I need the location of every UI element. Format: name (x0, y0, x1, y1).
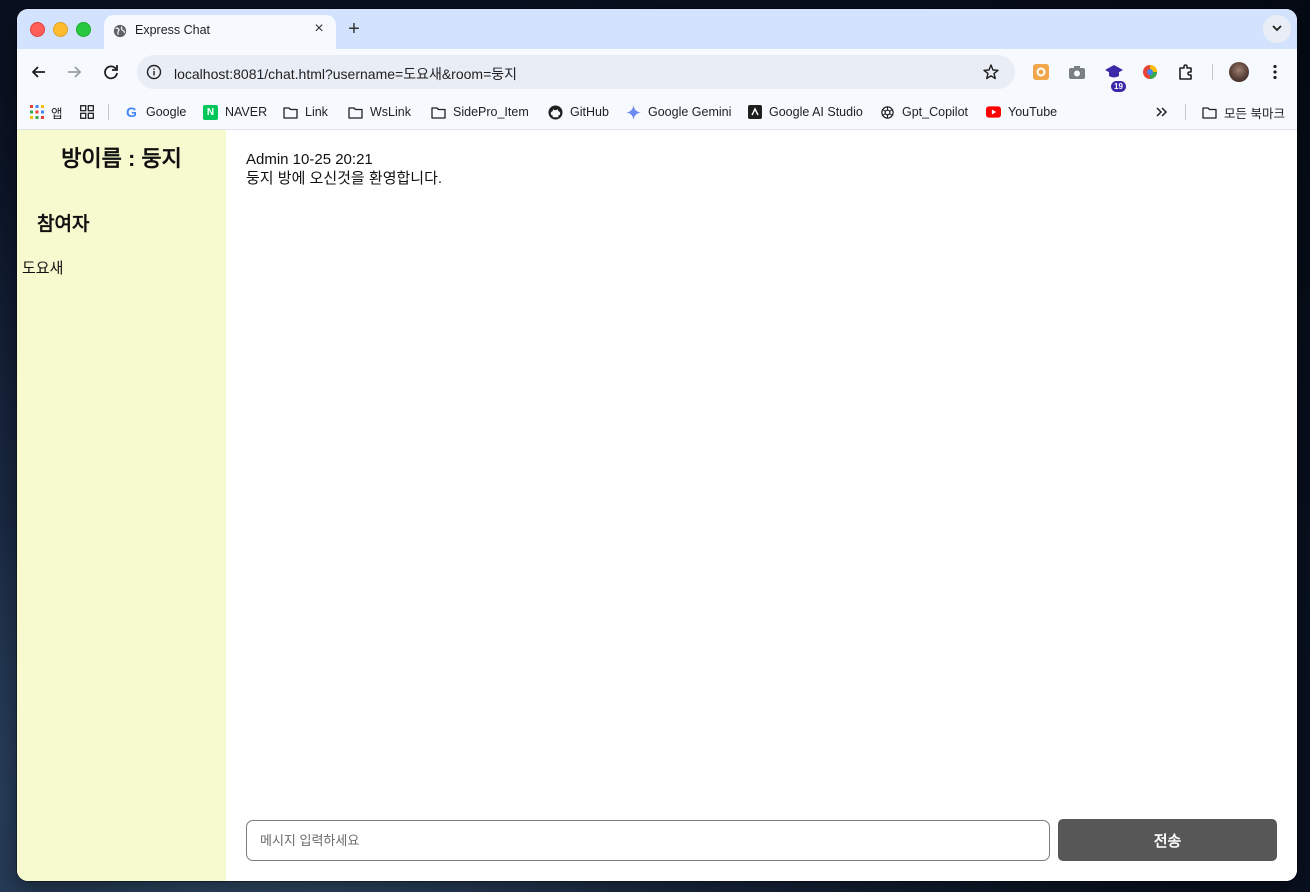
message-text: 둥지 방에 오신것을 환영합니다. (246, 170, 443, 187)
bookmark-github[interactable]: GitHub (548, 104, 609, 120)
bookmark-star-icon[interactable] (982, 63, 1000, 81)
gemini-icon (626, 104, 641, 120)
folder-icon (348, 105, 363, 120)
bookmark-wslink[interactable]: WsLink (348, 104, 411, 120)
google-icon: G (126, 104, 137, 120)
tab-groups-icon (79, 105, 94, 120)
new-tab-icon[interactable]: + (344, 19, 364, 39)
ai-studio-icon (747, 105, 762, 120)
graduation-cap-icon[interactable] (1104, 62, 1124, 82)
toolbar-divider (1212, 64, 1213, 80)
more-menu-icon[interactable] (1265, 62, 1285, 82)
bookmark-link[interactable]: Link (283, 104, 328, 120)
reload-icon[interactable] (100, 61, 122, 83)
browser-tab-active[interactable]: Express Chat × (104, 15, 336, 49)
bookmarks-divider (1185, 104, 1186, 120)
more-bookmarks-chevron-icon[interactable] (1155, 104, 1169, 120)
extensions-puzzle-icon[interactable] (1176, 62, 1196, 82)
tab-strip: Express Chat × + (17, 9, 1297, 49)
tab-title: Express Chat (135, 23, 211, 37)
bookmark-tab-groups[interactable] (79, 104, 101, 120)
chat-page: 방이름 : 둥지 참여자 도요새 Admin 10-25 20:21 둥지 방에… (17, 130, 1297, 881)
camera-icon[interactable] (1067, 62, 1087, 82)
extension-badge: 19 (1111, 81, 1126, 92)
chat-main: Admin 10-25 20:21 둥지 방에 오신것을 환영합니다. 전송 (226, 130, 1297, 881)
bookmark-sidepro-item[interactable]: SidePro_Item (431, 104, 529, 120)
send-button[interactable]: 전송 (1058, 819, 1277, 861)
back-arrow-icon[interactable] (28, 61, 50, 83)
all-bookmarks[interactable]: 모든 북마크 (1202, 104, 1285, 121)
chevron-down-icon (1272, 25, 1282, 32)
tab-close-icon[interactable]: × (311, 21, 327, 37)
folder-icon (1202, 105, 1217, 120)
extension-orange-icon[interactable] (1031, 62, 1051, 82)
address-bar[interactable]: localhost:8081/chat.html?username=도요새&ro… (137, 55, 1015, 89)
browser-toolbar: localhost:8081/chat.html?username=도요새&ro… (17, 49, 1297, 95)
browser-window: Express Chat × + localhost:8081/chat.htm… (17, 9, 1297, 881)
bookmarks-divider (108, 104, 109, 120)
naver-icon: N (203, 104, 218, 120)
minimize-window-button[interactable] (53, 22, 68, 37)
room-title: 방이름 : 둥지 (61, 146, 182, 171)
message-meta: Admin 10-25 20:21 (246, 151, 373, 168)
users-heading: 참여자 (37, 214, 90, 235)
message-input[interactable] (246, 820, 1050, 861)
bookmark-apps[interactable]: 앱 (29, 104, 63, 121)
openai-icon (880, 105, 895, 120)
extension-colorful-icon[interactable] (1140, 62, 1160, 82)
bookmark-youtube[interactable]: YouTube (986, 104, 1057, 120)
maximize-window-button[interactable] (76, 22, 91, 37)
bookmark-naver[interactable]: N NAVER (203, 104, 267, 120)
apps-grid-icon (29, 105, 44, 120)
folder-icon (283, 105, 298, 120)
bookmarks-bar: 앱 G Google N NAVER Link WsLink SidePro_I… (17, 95, 1297, 130)
github-icon (548, 104, 563, 120)
chat-message: Admin 10-25 20:21 둥지 방에 오신것을 환영합니다. (246, 150, 442, 188)
folder-icon (431, 105, 446, 120)
bookmark-ai-studio[interactable]: Google AI Studio (747, 104, 863, 120)
forward-arrow-icon[interactable] (63, 61, 85, 83)
youtube-icon (986, 105, 1001, 120)
bookmark-gpt-copilot[interactable]: Gpt_Copilot (880, 104, 968, 120)
chat-sidebar: 방이름 : 둥지 참여자 도요새 (17, 130, 226, 881)
tab-search-button[interactable] (1263, 15, 1291, 43)
profile-avatar[interactable] (1229, 62, 1249, 82)
bookmark-google[interactable]: G Google (124, 104, 186, 120)
user-list-item: 도요새 (22, 260, 64, 277)
bookmark-gemini[interactable]: Google Gemini (626, 104, 731, 120)
url-text[interactable]: localhost:8081/chat.html?username=도요새&ro… (174, 64, 517, 84)
close-window-button[interactable] (30, 22, 45, 37)
site-info-icon[interactable] (146, 64, 162, 80)
globe-icon (113, 24, 127, 38)
